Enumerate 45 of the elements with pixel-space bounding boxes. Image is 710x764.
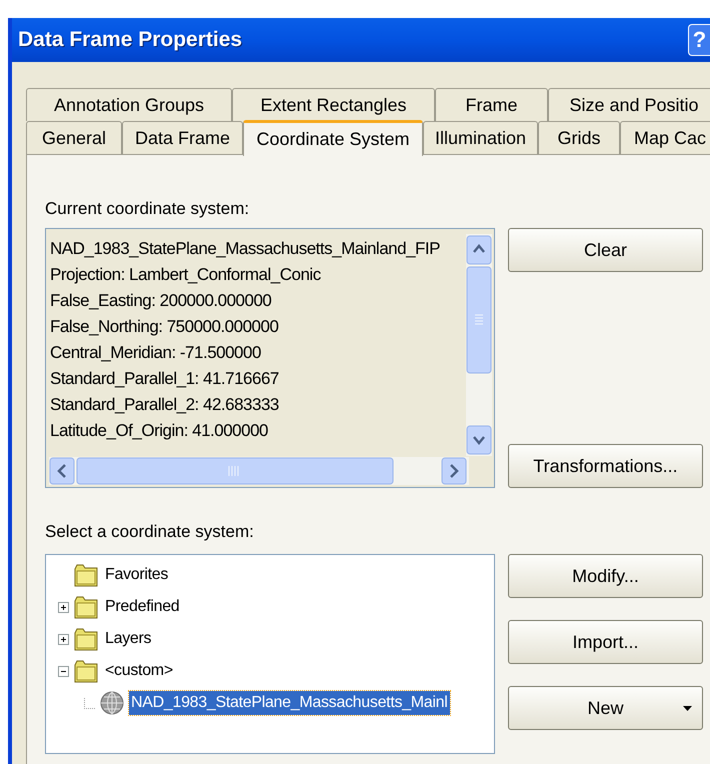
folder-icon [74,659,98,683]
globe-icon [100,691,124,715]
text-line: Standard_Parallel_1: 41.716667 [50,368,280,390]
tab[interactable]: Extent Rectangles [232,88,435,121]
text-line: Central_Meridian: -71.500000 [50,342,262,364]
coordinate-text-box[interactable] [45,228,495,488]
tab[interactable]: Illumination [423,121,538,154]
tree-item[interactable]: Layers [103,627,154,651]
tree-view[interactable]: Favorites Predefined Layers <custom> NAD_1983_StatePlane_Massachusetts_Mainl [45,554,495,754]
text-line: Latitude_Of_Origin: 41.000000 [50,420,270,442]
tree-item[interactable]: Favorites [103,563,170,587]
tab[interactable]: Coordinate System [243,120,423,156]
expand-icon[interactable] [58,634,69,644]
text-line: False_Easting: 200000.000000 [50,290,272,312]
tab[interactable]: General [26,121,122,154]
horizontal-scrollbar[interactable] [49,457,469,485]
caret-icon [683,706,692,711]
folder-icon [74,563,98,587]
expand-icon[interactable] [58,602,69,612]
tab[interactable]: Data Frame [122,121,243,154]
tree-item[interactable]: <custom> [103,659,175,683]
tab[interactable]: Annotation Groups [26,88,232,121]
section-label: Select a coordinate system: [45,522,255,542]
text-line: False_Northing: 750000.000000 [50,316,280,338]
dialog-button[interactable]: Modify... [508,554,703,598]
tab[interactable]: Size and Positio [548,88,710,121]
text-line: Standard_Parallel_2: 42.683333 [50,394,280,416]
help-button[interactable]: ? [688,24,710,56]
tab[interactable]: Map Cac [620,121,710,154]
tab[interactable]: Frame [435,88,548,121]
text-line: NAD_1983_StatePlane_Massachusetts_Mainland_FIP [50,238,441,260]
text-line: Projection: Lambert_Conformal_Conic [50,264,322,286]
clear-button[interactable]: Clear [508,228,703,272]
folder-icon [74,627,98,651]
vertical-scrollbar[interactable] [466,234,492,456]
collapse-icon[interactable] [58,666,69,676]
section-label: Current coordinate system: [45,199,250,219]
folder-icon [74,595,98,619]
tree-item[interactable]: NAD_1983_StatePlane_Massachusetts_Mainl [129,691,450,715]
transformations-button[interactable]: Transformations... [508,444,703,488]
tab[interactable]: Grids [538,121,620,154]
window-title: Data Frame Properties [18,27,242,54]
dialog-button[interactable]: Import... [508,620,703,664]
tree-item[interactable]: Predefined [103,595,182,619]
new-dropdown-button[interactable]: New [508,686,703,730]
